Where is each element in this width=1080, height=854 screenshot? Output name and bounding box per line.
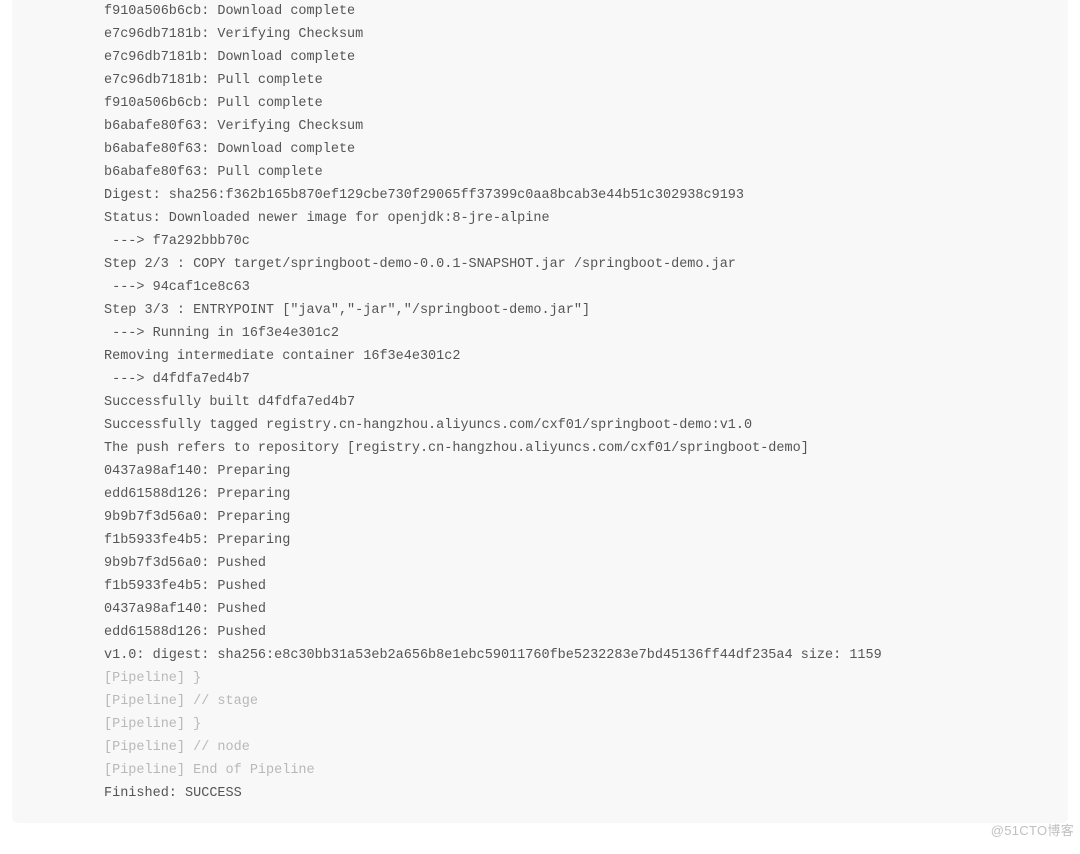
console-line: Step 2/3 : COPY target/springboot-demo-0… [104,253,1050,276]
console-line: e7c96db7181b: Download complete [104,46,1050,69]
console-line: ---> Running in 16f3e4e301c2 [104,322,1050,345]
console-output: f910a506b6cb: Download completee7c96db71… [30,0,1050,805]
console-line: f1b5933fe4b5: Preparing [104,529,1050,552]
console-line: v1.0: digest: sha256:e8c30bb31a53eb2a656… [104,644,1050,667]
console-line: [Pipeline] } [104,713,1050,736]
console-line: Successfully built d4fdfa7ed4b7 [104,391,1050,414]
console-line: [Pipeline] } [104,667,1050,690]
console-line: [Pipeline] End of Pipeline [104,759,1050,782]
console-line: e7c96db7181b: Verifying Checksum [104,23,1050,46]
console-line: [Pipeline] // stage [104,690,1050,713]
console-line: 0437a98af140: Preparing [104,460,1050,483]
console-line: ---> f7a292bbb70c [104,230,1050,253]
console-line: Status: Downloaded newer image for openj… [104,207,1050,230]
console-line: Removing intermediate container 16f3e4e3… [104,345,1050,368]
console-line: b6abafe80f63: Pull complete [104,161,1050,184]
console-line: The push refers to repository [registry.… [104,437,1050,460]
console-line: 9b9b7f3d56a0: Preparing [104,506,1050,529]
console-line: f910a506b6cb: Pull complete [104,92,1050,115]
console-line: f910a506b6cb: Download complete [104,0,1050,23]
console-line: 0437a98af140: Pushed [104,598,1050,621]
console-line: edd61588d126: Pushed [104,621,1050,644]
console-line: Successfully tagged registry.cn-hangzhou… [104,414,1050,437]
console-container: f910a506b6cb: Download completee7c96db71… [12,0,1068,823]
console-line: Digest: sha256:f362b165b870ef129cbe730f2… [104,184,1050,207]
console-line: Step 3/3 : ENTRYPOINT ["java","-jar","/s… [104,299,1050,322]
console-line: edd61588d126: Preparing [104,483,1050,506]
console-line: e7c96db7181b: Pull complete [104,69,1050,92]
console-line: f1b5933fe4b5: Pushed [104,575,1050,598]
console-line: b6abafe80f63: Download complete [104,138,1050,161]
watermark: @51CTO博客 [991,819,1074,842]
console-line: [Pipeline] // node [104,736,1050,759]
console-line: Finished: SUCCESS [104,782,1050,805]
console-line: ---> d4fdfa7ed4b7 [104,368,1050,391]
console-line: b6abafe80f63: Verifying Checksum [104,115,1050,138]
console-line: 9b9b7f3d56a0: Pushed [104,552,1050,575]
console-line: ---> 94caf1ce8c63 [104,276,1050,299]
